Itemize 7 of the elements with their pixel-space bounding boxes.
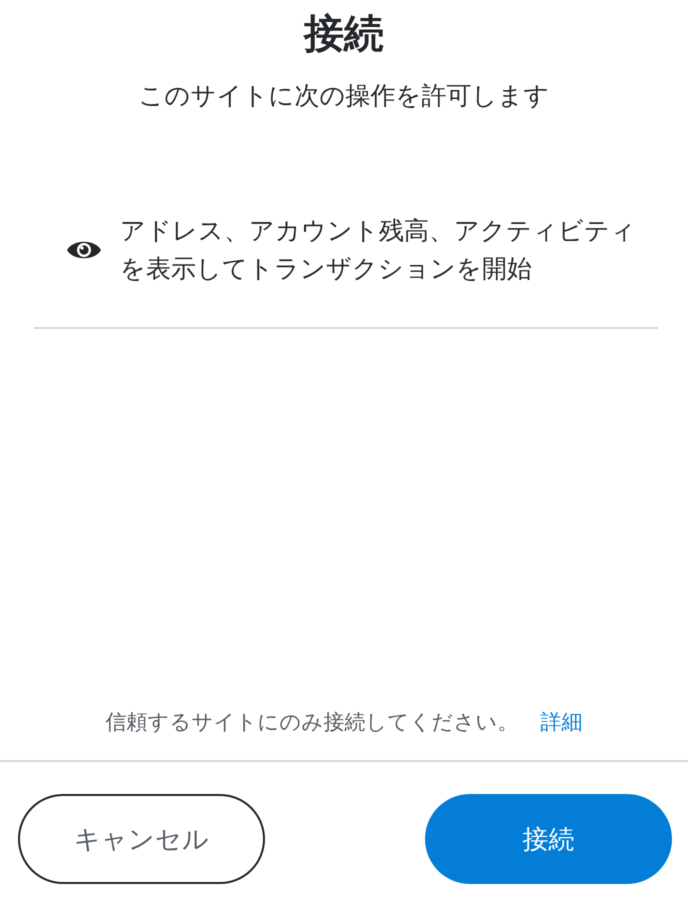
connect-button[interactable]: 接続 xyxy=(425,794,672,884)
permission-text: アドレス、アカウント残高、アクティビティを表示してトランザクションを開始 xyxy=(120,215,637,284)
details-link[interactable]: 詳細 xyxy=(540,710,582,734)
subtitle: このサイトに次の操作を許可します xyxy=(138,80,550,112)
notice-text: 信頼するサイトにのみ接続してください。 詳細 xyxy=(104,709,584,736)
cancel-button[interactable]: キャンセル xyxy=(18,794,265,884)
page-title: 接続 xyxy=(302,10,385,59)
